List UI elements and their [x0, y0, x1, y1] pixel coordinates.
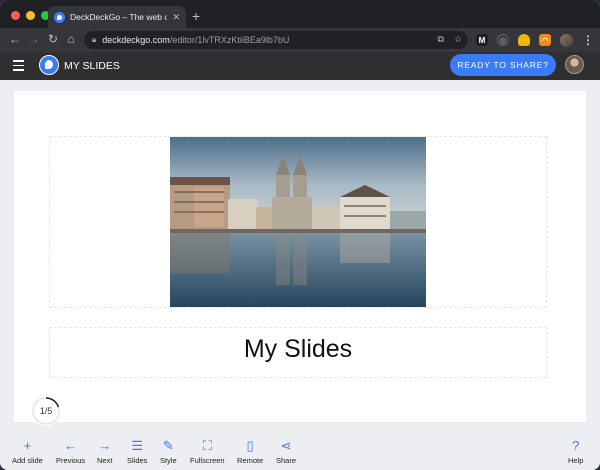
previous-label: Previous [56, 456, 86, 465]
slides-label: Slides [127, 456, 148, 465]
next-button[interactable]: → Next [97, 438, 112, 465]
app-title: MY SLIDES [64, 60, 120, 72]
tab-title: DeckDeckGo – The web open so [70, 12, 168, 22]
fullscreen-icon: ⛶ [202, 438, 212, 453]
add-slide-button[interactable]: + Add slide [12, 438, 43, 465]
previous-button[interactable]: ← Previous [56, 438, 85, 465]
plus-icon: + [23, 438, 32, 453]
new-tab-icon[interactable]: + [192, 9, 200, 23]
style-label: Style [160, 456, 177, 465]
fullscreen-label: Fullscreen [190, 456, 225, 465]
back-icon[interactable]: ← [6, 32, 24, 46]
url-path: /editor/1lvTRXzKtiiBEa9lb7bU [169, 35, 290, 45]
lock-icon[interactable]: 🔒︎ [92, 35, 96, 45]
fullscreen-button[interactable]: ⛶ Fullscreen [190, 438, 225, 465]
open-in-new-icon[interactable]: ⧉ [437, 34, 443, 45]
share-button[interactable]: ⋖ Share [276, 438, 296, 465]
chrome-profile-avatar[interactable] [560, 33, 573, 47]
city-photo [170, 137, 426, 307]
menu-icon[interactable] [13, 60, 24, 74]
deckdeckgo-favicon-icon [54, 11, 65, 23]
share-label: Share [276, 456, 297, 465]
remote-label: Remote [237, 456, 264, 465]
extension-m-icon[interactable]: M [476, 34, 488, 46]
share-icon: ⋖ [280, 438, 292, 453]
user-avatar[interactable] [565, 55, 584, 74]
browser-tab[interactable]: DeckDeckGo – The web open so ✕ [48, 6, 186, 28]
slides-button[interactable]: ☰ Slides [127, 438, 147, 465]
next-label: Next [97, 456, 113, 465]
app-header: MY SLIDES READY TO SHARE? [0, 52, 600, 80]
editor-toolbar: + Add slide ← Previous → Next ☰ Slides ✎… [0, 436, 600, 470]
slide[interactable]: My Slides 1/5 [14, 91, 586, 426]
editor-area: My Slides 1/5 + Add slide ← Previous → N… [0, 80, 600, 470]
address-bar[interactable]: 🔒︎ deckdeckgo.com/editor/1lvTRXzKtiiBEa9… [84, 31, 468, 49]
tab-close-icon[interactable]: ✕ [172, 12, 180, 23]
style-button[interactable]: ✎ Style [160, 438, 177, 465]
slide-image[interactable] [170, 137, 426, 307]
add-slide-label: Add slide [12, 456, 43, 465]
mobile-icon: ▯ [246, 438, 254, 453]
forward-icon[interactable]: → [25, 32, 43, 46]
help-label: Help [568, 456, 584, 465]
deckdeckgo-logo-icon[interactable] [39, 55, 59, 75]
arrow-left-icon: ← [64, 438, 78, 453]
help-button[interactable]: ? Help [568, 438, 583, 465]
url-host: deckdeckgo.com [102, 35, 170, 45]
slide-counter-text: 1/5 [39, 406, 53, 416]
list-icon: ☰ [131, 438, 144, 453]
remote-button[interactable]: ▯ Remote [237, 438, 263, 465]
slide-counter: 1/5 [31, 396, 61, 426]
browser-window: DeckDeckGo – The web open so ✕ + ← → ↻ ⌂… [0, 0, 600, 470]
browser-toolbar: ← → ↻ ⌂ 🔒︎ deckdeckgo.com/editor/1lvTRXz… [0, 28, 600, 52]
help-icon: ? [572, 438, 580, 453]
brush-icon: ✎ [162, 438, 174, 453]
rss-icon[interactable]: ◠ [539, 34, 551, 46]
tab-strip: DeckDeckGo – The web open so ✕ + [0, 0, 600, 28]
browser-menu-icon[interactable]: ⋮ [582, 33, 594, 47]
window-controls [11, 11, 50, 20]
slide-title[interactable]: My Slides [49, 335, 547, 364]
arrow-right-icon: → [98, 438, 112, 453]
extensions: M ◎ ◠ ⋮ [476, 33, 594, 47]
close-window-button[interactable] [11, 11, 20, 20]
extension-ghost-icon[interactable] [518, 34, 530, 46]
minimize-window-button[interactable] [26, 11, 35, 20]
bookmark-star-icon[interactable]: ☆ [454, 34, 462, 45]
extension-circle-icon[interactable]: ◎ [497, 34, 509, 46]
ready-to-share-button[interactable]: READY TO SHARE? [450, 54, 556, 76]
reload-icon[interactable]: ↻ [44, 32, 62, 46]
home-icon[interactable]: ⌂ [62, 32, 80, 46]
